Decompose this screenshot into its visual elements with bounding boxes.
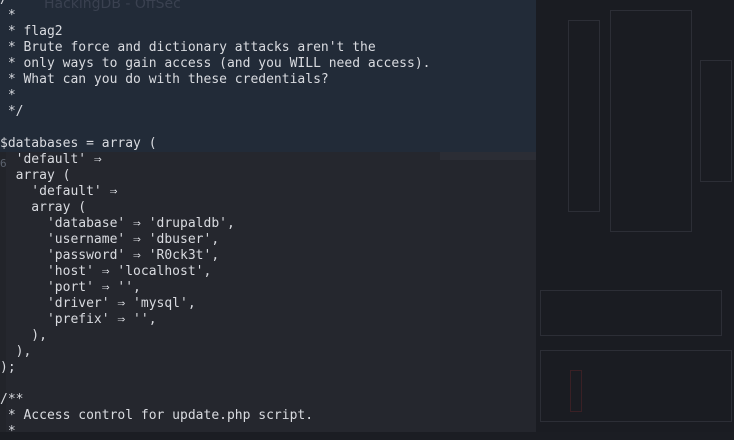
code-line: /** — [0, 0, 430, 8]
code-line: $databases = array ( — [0, 136, 157, 151]
wallpaper-decoration — [540, 350, 732, 422]
code-line: array ( — [0, 168, 71, 183]
code-line: * flag2 — [0, 24, 63, 39]
code-line: 'prefix' ⇒ '', — [0, 312, 157, 327]
code-line: 'database' ⇒ 'drupaldb', — [0, 216, 235, 231]
code-line: * Access control for update.php script. — [0, 408, 314, 423]
code-line: ), — [0, 328, 47, 343]
code-line: * only ways to gain access (and you WILL… — [0, 56, 431, 71]
code-line: array ( — [0, 200, 87, 215]
wallpaper-decoration — [570, 370, 582, 412]
code-line: ), — [0, 344, 32, 359]
code-line: /** — [0, 392, 24, 407]
code-line: 'port' ⇒ '', — [0, 280, 141, 295]
code-line: 'username' ⇒ 'dbuser', — [0, 232, 220, 247]
config-file-content[interactable]: /** * * flag2 * Brute force and dictiona… — [0, 0, 430, 440]
code-line: * — [0, 8, 16, 23]
terminal-side-panel — [440, 152, 536, 432]
code-line: ); — [0, 360, 16, 375]
terminal-side-panel-header — [440, 152, 536, 160]
code-line: 'driver' ⇒ 'mysql', — [0, 296, 196, 311]
wallpaper-decoration — [610, 10, 692, 232]
code-line: 'host' ⇒ 'localhost', — [0, 264, 212, 279]
code-line: * — [0, 88, 16, 103]
wallpaper-decoration — [700, 60, 732, 182]
code-line: 'default' ⇒ — [0, 184, 118, 199]
code-line: 'password' ⇒ 'R0ck3t', — [0, 248, 220, 263]
code-line: 'default' ⇒ — [0, 152, 102, 167]
wallpaper-decoration — [540, 290, 722, 336]
code-line: * — [0, 424, 16, 439]
code-line: * Brute force and dictionary attacks are… — [0, 40, 376, 55]
wallpaper-decoration — [568, 20, 600, 212]
code-line: */ — [0, 104, 24, 119]
code-line: * What can you do with these credentials… — [0, 72, 329, 87]
